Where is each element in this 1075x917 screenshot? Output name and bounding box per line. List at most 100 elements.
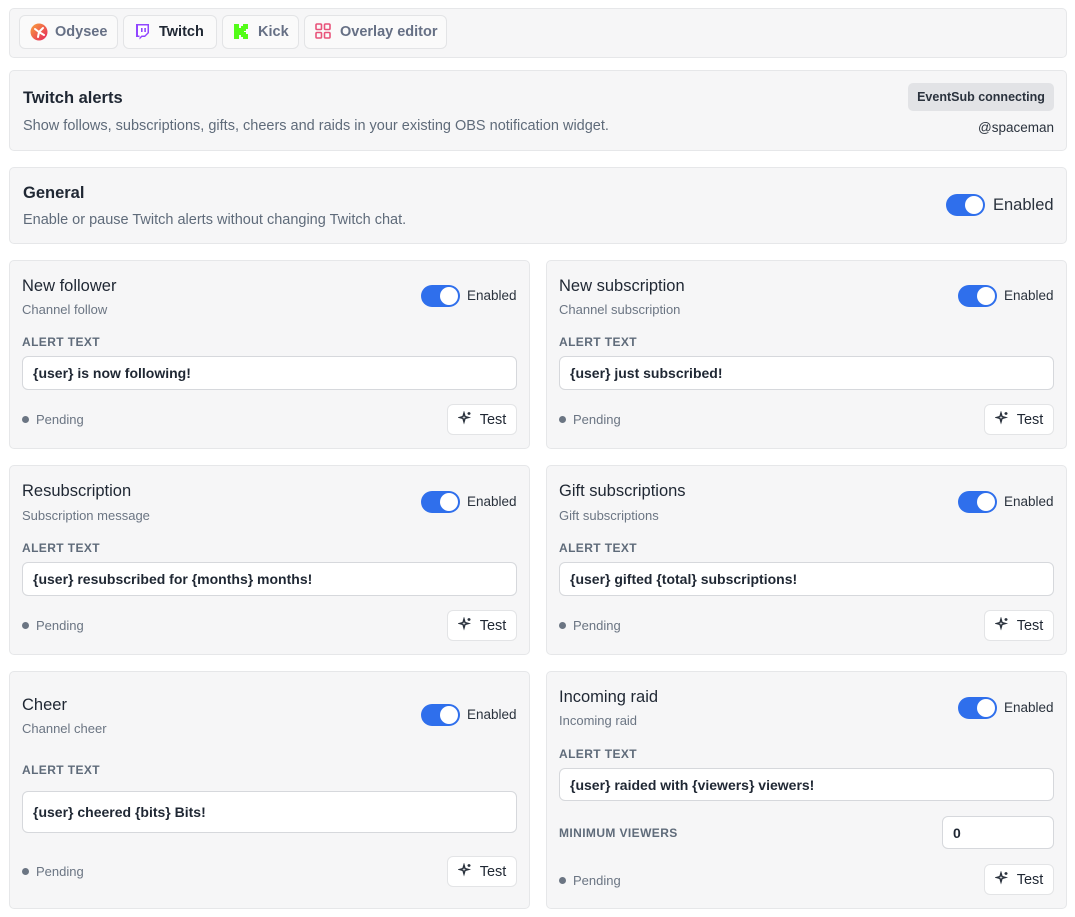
tab-label: Overlay editor bbox=[340, 24, 438, 40]
follower-enabled-toggle[interactable] bbox=[421, 285, 460, 307]
card-resubscription: Resubscription Subscription message Enab… bbox=[9, 465, 530, 655]
toggle-label: Enabled bbox=[993, 196, 1054, 214]
card-title: New subscription bbox=[559, 277, 685, 295]
status-indicator: Pending bbox=[22, 412, 84, 427]
field-label: ALERT TEXT bbox=[559, 541, 637, 555]
status-dot-icon bbox=[559, 416, 566, 423]
status-text: Pending bbox=[36, 412, 84, 427]
alert-text-input[interactable]: {user} gifted {total} subscriptions! bbox=[559, 562, 1054, 596]
toggle-label: Enabled bbox=[1004, 288, 1054, 303]
card-subtitle: Channel subscription bbox=[559, 302, 681, 317]
status-dot-icon bbox=[22, 868, 29, 875]
field-label: ALERT TEXT bbox=[22, 541, 100, 555]
card-title: Resubscription bbox=[22, 482, 132, 500]
status-dot-icon bbox=[559, 877, 566, 884]
grid-icon bbox=[315, 23, 333, 41]
tab-label: Twitch bbox=[159, 24, 204, 40]
card-subtitle: Channel cheer bbox=[22, 721, 107, 736]
general-section: General Enable or pause Twitch alerts wi… bbox=[9, 167, 1067, 244]
tab-kick[interactable]: Kick bbox=[222, 15, 299, 49]
card-subtitle: Subscription message bbox=[22, 508, 150, 523]
minimum-viewers-label: MINIMUM VIEWERS bbox=[559, 826, 678, 840]
test-label: Test bbox=[479, 863, 507, 880]
test-button[interactable]: Test bbox=[984, 864, 1054, 895]
subscription-enabled-toggle[interactable] bbox=[958, 285, 997, 307]
status-text: Pending bbox=[573, 618, 621, 633]
card-title: Cheer bbox=[22, 696, 67, 714]
status-dot-icon bbox=[22, 416, 29, 423]
resubscription-enabled-toggle[interactable] bbox=[421, 491, 460, 513]
alert-text-input[interactable]: {user} just subscribed! bbox=[559, 356, 1054, 390]
card-title: Gift subscriptions bbox=[559, 482, 686, 500]
test-button[interactable]: Test bbox=[447, 404, 517, 435]
status-indicator: Pending bbox=[559, 412, 621, 427]
test-label: Test bbox=[1016, 411, 1044, 428]
kick-icon bbox=[233, 23, 251, 41]
card-subtitle: Gift subscriptions bbox=[559, 508, 659, 523]
minimum-viewers-input[interactable]: 0 bbox=[942, 816, 1054, 849]
status-dot-icon bbox=[559, 622, 566, 629]
tab-overlay-editor[interactable]: Overlay editor bbox=[304, 15, 447, 49]
cheer-enabled-toggle[interactable] bbox=[421, 704, 460, 726]
card-new-subscription: New subscription Channel subscription En… bbox=[546, 260, 1067, 449]
status-indicator: Pending bbox=[559, 618, 621, 633]
alert-text-input[interactable]: {user} resubscribed for {months} months! bbox=[22, 562, 517, 596]
toggle-label: Enabled bbox=[467, 494, 517, 509]
general-enabled-toggle[interactable] bbox=[946, 194, 985, 216]
toggle-label: Enabled bbox=[1004, 700, 1054, 715]
card-new-follower: New follower Channel follow Enabled ALER… bbox=[9, 260, 530, 449]
test-label: Test bbox=[479, 411, 507, 428]
sparkle-icon bbox=[456, 861, 472, 881]
status-indicator: Pending bbox=[22, 864, 84, 879]
toggle-label: Enabled bbox=[467, 288, 517, 303]
status-dot-icon bbox=[22, 622, 29, 629]
page-title: Twitch alerts bbox=[23, 89, 123, 107]
card-subtitle: Incoming raid bbox=[559, 713, 638, 728]
section-description: Enable or pause Twitch alerts without ch… bbox=[23, 212, 407, 228]
test-button[interactable]: Test bbox=[447, 610, 517, 641]
status-indicator: Pending bbox=[559, 873, 621, 888]
tab-label: Odysee bbox=[55, 24, 108, 40]
sparkle-icon bbox=[993, 869, 1009, 889]
field-label: ALERT TEXT bbox=[559, 335, 637, 349]
sparkle-icon bbox=[456, 615, 472, 635]
test-button[interactable]: Test bbox=[984, 610, 1054, 641]
odysee-icon bbox=[30, 23, 48, 41]
status-text: Pending bbox=[36, 864, 84, 879]
tab-label: Kick bbox=[258, 24, 289, 40]
test-button[interactable]: Test bbox=[984, 404, 1054, 435]
status-badge: EventSub connecting bbox=[908, 83, 1054, 111]
section-title: General bbox=[23, 184, 85, 202]
card-incoming-raid: Incoming raid Incoming raid Enabled ALER… bbox=[546, 671, 1067, 909]
status-text: Pending bbox=[573, 873, 621, 888]
twitch-alerts-header: Twitch alerts Show follows, subscription… bbox=[9, 70, 1067, 151]
toggle-label: Enabled bbox=[467, 707, 517, 722]
tab-twitch[interactable]: Twitch bbox=[123, 15, 217, 49]
card-gift-subscriptions: Gift subscriptions Gift subscriptions En… bbox=[546, 465, 1067, 655]
username: @spaceman bbox=[978, 120, 1054, 135]
toggle-label: Enabled bbox=[1004, 494, 1054, 509]
field-label: ALERT TEXT bbox=[22, 335, 100, 349]
alert-text-input[interactable]: {user} cheered {bits} Bits! bbox=[22, 791, 517, 833]
status-text: Pending bbox=[36, 618, 84, 633]
platform-nav: Odysee Twitch Kick Overlay editor bbox=[9, 8, 1067, 58]
test-button[interactable]: Test bbox=[447, 856, 517, 887]
status-text: Pending bbox=[573, 412, 621, 427]
card-cheer: Cheer Channel cheer Enabled ALERT TEXT {… bbox=[9, 671, 530, 909]
raid-enabled-toggle[interactable] bbox=[958, 697, 997, 719]
test-label: Test bbox=[479, 617, 507, 634]
status-indicator: Pending bbox=[22, 618, 84, 633]
card-subtitle: Channel follow bbox=[22, 302, 108, 317]
gift-enabled-toggle[interactable] bbox=[958, 491, 997, 513]
card-title: Incoming raid bbox=[559, 688, 659, 706]
tab-odysee[interactable]: Odysee bbox=[19, 15, 118, 49]
sparkle-icon bbox=[993, 409, 1009, 429]
alert-text-input[interactable]: {user} raided with {viewers} viewers! bbox=[559, 768, 1054, 801]
page-description: Show follows, subscriptions, gifts, chee… bbox=[23, 118, 609, 134]
sparkle-icon bbox=[456, 409, 472, 429]
field-label: ALERT TEXT bbox=[22, 763, 100, 777]
alert-text-input[interactable]: {user} is now following! bbox=[22, 356, 517, 390]
card-title: New follower bbox=[22, 277, 117, 295]
field-label: ALERT TEXT bbox=[559, 747, 637, 761]
twitch-icon bbox=[134, 23, 152, 41]
